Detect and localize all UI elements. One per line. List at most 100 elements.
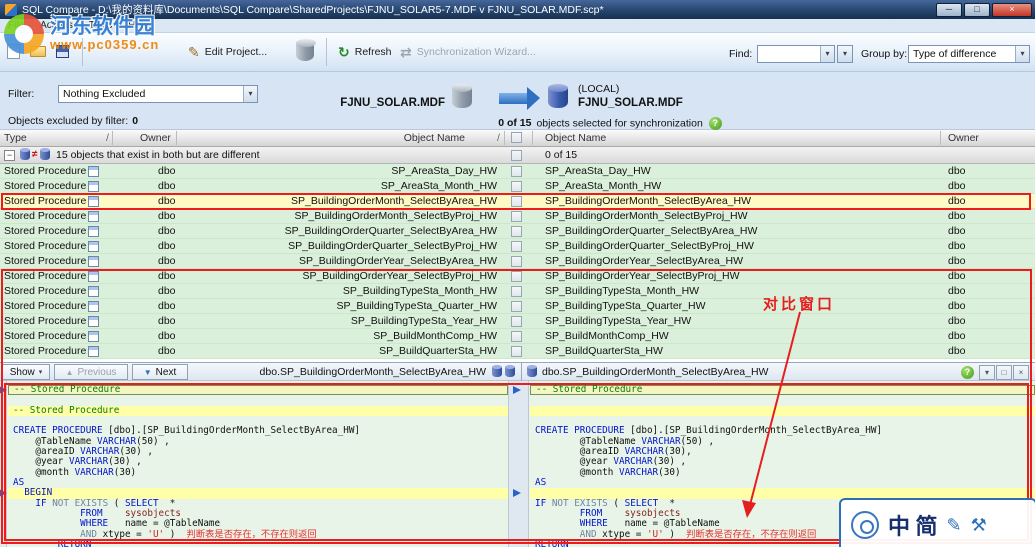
group-by-select[interactable]: Type of difference ▾ <box>908 45 1030 63</box>
stored-procedure-icon <box>88 286 99 297</box>
row-checkbox[interactable] <box>511 331 522 342</box>
column-owner-right[interactable]: Owner <box>948 132 979 144</box>
table-row[interactable]: Stored ProceduredboSP_AreaSta_Day_HWSP_A… <box>0 164 1035 179</box>
row-object-right: SP_AreaSta_Day_HW <box>545 165 651 177</box>
column-object-right[interactable]: Object Name <box>545 132 606 144</box>
group-by-dropdown-icon[interactable]: ▾ <box>1015 46 1029 62</box>
row-checkbox[interactable] <box>511 211 522 222</box>
sync-wizard-button[interactable]: ⇄ Synchronization Wizard... <box>400 45 536 59</box>
column-owner-left[interactable]: Owner <box>140 132 171 144</box>
left-code[interactable]: -- Stored Procedure-- Stored ProcedureCR… <box>8 381 508 547</box>
filter-select[interactable]: Nothing Excluded ▾ <box>58 85 258 103</box>
table-row[interactable]: Stored ProceduredboSP_BuildQuarterSta_HW… <box>0 344 1035 359</box>
diff-marker-icon <box>513 489 521 497</box>
column-type[interactable]: Type <box>4 132 27 144</box>
row-owner-left: dbo <box>158 195 176 207</box>
previous-difference-button[interactable]: ▲Previous <box>54 364 128 380</box>
grid-header: Type / Owner Object Name / Object Name O… <box>0 130 1035 147</box>
help-icon[interactable]: ? <box>961 366 974 379</box>
header-checkbox[interactable] <box>511 132 522 143</box>
group-row[interactable]: − ≠ 15 objects that exist in both but ar… <box>0 147 1035 164</box>
annotation-compare-window-label: 对比窗口 <box>763 293 835 314</box>
row-owner-right: dbo <box>948 270 966 282</box>
row-checkbox[interactable] <box>511 256 522 267</box>
left-database-name: FJNU_SOLAR.MDF <box>300 97 445 109</box>
refresh-button[interactable]: ↻ Refresh <box>338 45 392 59</box>
right-database-icon <box>548 88 568 108</box>
sort-indicator: / <box>106 132 109 144</box>
table-row[interactable]: Stored ProceduredboSP_BuildingOrderYear_… <box>0 254 1035 269</box>
row-owner-left: dbo <box>158 345 176 357</box>
table-row[interactable]: Stored ProceduredboSP_BuildMonthComp_HWS… <box>0 329 1035 344</box>
row-type: Stored Procedure <box>4 300 86 312</box>
find-dropdown-icon[interactable]: ▾ <box>820 46 834 62</box>
collapse-icon[interactable]: − <box>4 150 15 161</box>
row-checkbox[interactable] <box>511 241 522 252</box>
row-checkbox[interactable] <box>511 346 522 357</box>
minimize-button[interactable]: ─ <box>936 3 962 17</box>
table-row[interactable]: Stored ProceduredboSP_BuildingOrderMonth… <box>0 194 1035 209</box>
row-object-left: SP_AreaSta_Day_HW <box>180 165 497 177</box>
edit-project-label: Edit Project... <box>205 46 267 58</box>
table-row[interactable]: Stored ProceduredboSP_BuildingOrderMonth… <box>0 209 1035 224</box>
table-row[interactable]: Stored ProceduredboSP_BuildingOrderQuart… <box>0 224 1035 239</box>
find-input[interactable]: ▾ <box>757 45 835 63</box>
stored-procedure-icon <box>88 196 99 207</box>
row-checkbox[interactable] <box>511 271 522 282</box>
row-object-right: SP_BuildingTypeSta_Year_HW <box>545 315 691 327</box>
code-line: -- Stored Procedure <box>530 385 1035 395</box>
row-checkbox[interactable] <box>511 181 522 192</box>
group-by-value: Type of difference <box>909 48 1015 60</box>
row-owner-right: dbo <box>948 345 966 357</box>
diff-gutter <box>508 381 529 547</box>
row-owner-left: dbo <box>158 165 176 177</box>
row-checkbox[interactable] <box>511 301 522 312</box>
pane-close-button[interactable]: × <box>1013 365 1029 380</box>
info-bar: Filter: Nothing Excluded ▾ Objects exclu… <box>0 72 1035 130</box>
row-checkbox[interactable] <box>511 316 522 327</box>
code-line: RETURN <box>8 540 508 547</box>
deployment-button[interactable] <box>296 43 314 61</box>
diff-marker-icon <box>513 386 521 394</box>
pane-pin-button[interactable]: ▾ <box>979 365 995 380</box>
compare-direction-arrow-icon <box>499 93 527 104</box>
help-icon[interactable]: ? <box>709 117 722 130</box>
row-owner-left: dbo <box>158 315 176 327</box>
row-checkbox[interactable] <box>511 166 522 177</box>
deployment-database-icon <box>296 43 314 61</box>
row-checkbox[interactable] <box>511 226 522 237</box>
table-row[interactable]: Stored ProceduredboSP_BuildingTypeSta_Qu… <box>0 299 1035 314</box>
refresh-icon: ↻ <box>338 45 350 59</box>
different-objects-icon: ≠ <box>20 150 50 160</box>
table-row[interactable]: Stored ProceduredboSP_BuildingTypeSta_Mo… <box>0 284 1035 299</box>
filter-dropdown-icon[interactable]: ▾ <box>243 86 257 102</box>
row-owner-left: dbo <box>158 285 176 297</box>
row-object-left: SP_BuildingOrderQuarter_SelectByArea_HW <box>180 225 497 237</box>
table-row[interactable]: Stored ProceduredboSP_BuildingOrderYear_… <box>0 269 1035 284</box>
row-checkbox[interactable] <box>511 286 522 297</box>
pane-maximize-button[interactable]: □ <box>996 365 1012 380</box>
sort-indicator: / <box>497 132 500 144</box>
next-difference-button[interactable]: ▼Next <box>132 364 188 380</box>
left-pane-database-icon <box>492 367 502 377</box>
close-button[interactable]: × <box>992 3 1032 17</box>
table-row[interactable]: Stored Procedure dbo SP_BuildingTypeSta_Ye… <box>0 314 1035 329</box>
pen-icon: ✎ <box>947 515 962 536</box>
row-object-right: SP_BuildingTypeSta_Month_HW <box>545 285 699 297</box>
table-row[interactable]: Stored ProceduredboSP_AreaSta_Month_HWSP… <box>0 179 1035 194</box>
maximize-button[interactable]: □ <box>964 3 990 17</box>
stored-procedure-icon <box>88 346 99 357</box>
show-button[interactable]: Show▾ <box>2 364 50 380</box>
row-object-left: SP_BuildingOrderMonth_SelectByProj_HW <box>180 210 497 222</box>
table-row[interactable]: Stored ProceduredboSP_BuildingOrderQuart… <box>0 239 1035 254</box>
stamp-seal-icon <box>851 511 879 539</box>
group-checkbox[interactable] <box>511 150 522 161</box>
column-object-left[interactable]: Object Name <box>180 132 465 144</box>
row-owner-left: dbo <box>158 300 176 312</box>
row-owner-right: dbo <box>948 330 966 342</box>
edit-project-button[interactable]: ✎ Edit Project... <box>188 45 267 59</box>
diff-marker-icon <box>0 386 7 394</box>
find-options-button[interactable]: ▾ <box>837 45 853 63</box>
row-type: Stored Procedure <box>4 315 86 327</box>
row-checkbox[interactable] <box>511 196 522 207</box>
